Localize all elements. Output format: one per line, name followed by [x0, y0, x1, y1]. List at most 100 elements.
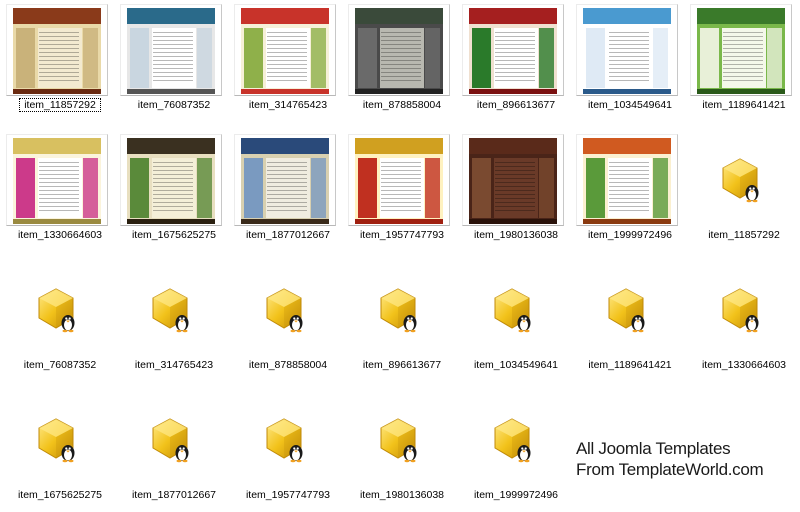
file-item[interactable]: item_11857292 [4, 2, 116, 122]
template-thumbnail [583, 8, 671, 94]
file-item[interactable]: item_1330664603 [4, 132, 116, 252]
file-item[interactable]: item_1034549641 [460, 262, 572, 382]
file-item[interactable]: item_1877012667 [118, 392, 230, 512]
file-item[interactable]: item_1980136038 [460, 132, 572, 252]
file-item[interactable]: item_1957747793 [346, 132, 458, 252]
file-name-label: item_1330664603 [701, 359, 787, 371]
file-item[interactable]: item_1999972496 [460, 392, 572, 512]
file-name-label: item_76087352 [137, 99, 211, 111]
linux-package-icon [146, 415, 194, 463]
icon-frame [576, 264, 676, 354]
file-item[interactable]: item_76087352 [4, 262, 116, 382]
linux-package-icon [32, 415, 80, 463]
file-item[interactable]: item_1189641421 [574, 262, 686, 382]
file-name-label: item_11857292 [708, 229, 780, 241]
linux-package-icon [374, 285, 422, 333]
file-name-label: item_878858004 [248, 359, 328, 371]
file-name-label: item_314765423 [134, 359, 214, 371]
file-item[interactable]: item_1957747793 [232, 392, 344, 512]
linux-package-icon [488, 415, 536, 463]
thumbnail-frame [6, 134, 108, 226]
template-thumbnail [241, 8, 329, 94]
file-name-label: item_896613677 [476, 99, 556, 111]
file-item[interactable]: item_314765423 [118, 262, 230, 382]
template-thumbnail [469, 138, 557, 224]
icon-frame [234, 264, 334, 354]
file-name-label: item_1877012667 [245, 229, 331, 241]
file-name-label: item_1957747793 [245, 489, 331, 501]
thumbnail-frame [6, 4, 108, 96]
template-thumbnail [583, 138, 671, 224]
thumbnail-frame [348, 134, 450, 226]
file-name-label: item_1999972496 [587, 229, 673, 241]
file-name-label: item_1957747793 [359, 229, 445, 241]
file-item[interactable]: item_1330664603 [688, 262, 800, 382]
template-thumbnail [355, 8, 443, 94]
file-item[interactable]: item_878858004 [232, 262, 344, 382]
icon-frame [120, 264, 220, 354]
file-name-label: item_1675625275 [131, 229, 217, 241]
thumbnail-frame [576, 4, 678, 96]
file-item[interactable]: item_878858004 [346, 2, 458, 122]
linux-package-icon [32, 285, 80, 333]
file-name-label: item_1980136038 [359, 489, 445, 501]
linux-package-icon [488, 285, 536, 333]
file-name-label: item_1330664603 [17, 229, 103, 241]
thumbnail-frame [576, 134, 678, 226]
icon-frame [348, 264, 448, 354]
linux-package-icon [374, 415, 422, 463]
file-item[interactable]: item_1877012667 [232, 132, 344, 252]
linux-package-icon [716, 285, 764, 333]
file-item[interactable]: item_1189641421 [688, 2, 800, 122]
linux-package-icon [716, 155, 764, 203]
thumbnail-frame [120, 4, 222, 96]
linux-package-icon [602, 285, 650, 333]
file-name-label: item_1877012667 [131, 489, 217, 501]
file-name-label: item_11857292 [19, 98, 101, 112]
promo-text: All Joomla Templates From TemplateWorld.… [576, 438, 764, 480]
promo-line-1: All Joomla Templates [576, 439, 731, 458]
file-name-label: item_896613677 [362, 359, 442, 371]
template-thumbnail [127, 8, 215, 94]
icon-frame [6, 264, 106, 354]
file-item[interactable]: item_896613677 [460, 2, 572, 122]
template-thumbnail [241, 138, 329, 224]
file-name-label: item_314765423 [248, 99, 328, 111]
file-item[interactable]: item_1999972496 [574, 132, 686, 252]
linux-package-icon [260, 285, 308, 333]
icon-frame [462, 394, 562, 484]
promo-line-2: From TemplateWorld.com [576, 460, 764, 479]
icon-frame [6, 394, 106, 484]
thumbnail-frame [348, 4, 450, 96]
template-thumbnail [13, 8, 101, 94]
template-thumbnail [355, 138, 443, 224]
template-thumbnail [697, 8, 785, 94]
icon-frame [462, 264, 562, 354]
file-item[interactable]: item_1034549641 [574, 2, 686, 122]
icon-frame [690, 264, 790, 354]
thumbnail-frame [234, 134, 336, 226]
icon-frame [120, 394, 220, 484]
file-item[interactable]: item_896613677 [346, 262, 458, 382]
icon-frame [234, 394, 334, 484]
file-item[interactable]: item_1675625275 [4, 392, 116, 512]
thumbnail-frame [690, 4, 792, 96]
file-item[interactable]: item_1675625275 [118, 132, 230, 252]
template-thumbnail [469, 8, 557, 94]
file-name-label: item_878858004 [362, 99, 442, 111]
thumbnail-frame [462, 4, 564, 96]
icon-frame [690, 134, 790, 224]
thumbnail-frame [462, 134, 564, 226]
file-name-label: item_1999972496 [473, 489, 559, 501]
file-name-label: item_1034549641 [473, 359, 559, 371]
file-item[interactable]: item_11857292 [688, 132, 800, 252]
file-name-label: item_1980136038 [473, 229, 559, 241]
file-name-label: item_1034549641 [587, 99, 673, 111]
linux-package-icon [260, 415, 308, 463]
thumbnail-frame [234, 4, 336, 96]
file-item[interactable]: item_76087352 [118, 2, 230, 122]
file-name-label: item_1189641421 [588, 359, 672, 371]
file-name-label: item_1189641421 [702, 99, 786, 111]
file-item[interactable]: item_314765423 [232, 2, 344, 122]
file-item[interactable]: item_1980136038 [346, 392, 458, 512]
